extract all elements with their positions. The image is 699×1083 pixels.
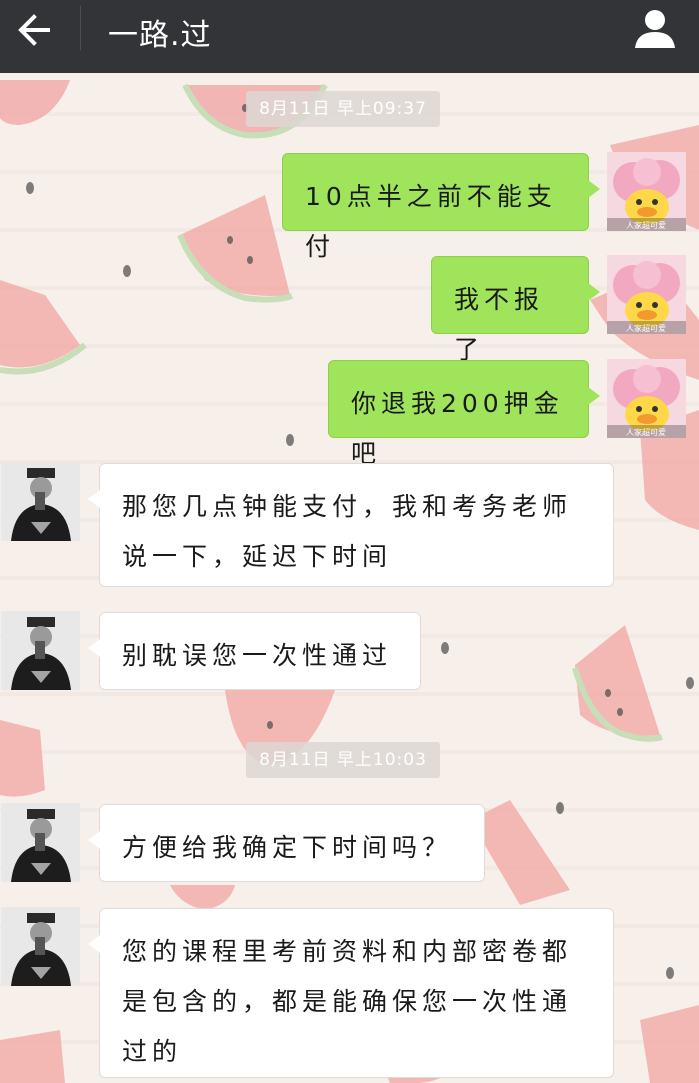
message-text: 方便给我确定下时间吗？: [122, 833, 453, 862]
self-avatar[interactable]: 人家超可爱: [607, 152, 686, 231]
duck-avatar-image: 人家超可爱: [607, 359, 686, 438]
message-bubble[interactable]: 方便给我确定下时间吗？: [88, 804, 485, 882]
avatar-caption: 人家超可爱: [626, 427, 666, 437]
message-bubble[interactable]: 别耽误您一次性通过: [88, 612, 421, 690]
contact-avatar[interactable]: [1, 803, 80, 882]
contact-avatar[interactable]: [1, 462, 80, 541]
message-text: 您的课程里考前资料和内部密卷都: [122, 937, 573, 966]
duck-avatar-image: 人家超可爱: [607, 152, 686, 231]
duck-avatar-image: 人家超可爱: [607, 255, 686, 334]
contact-avatar[interactable]: [1, 907, 80, 986]
chat-info-button[interactable]: [633, 6, 677, 50]
message-text: 说一下，延迟下时间: [122, 542, 393, 571]
avatar-caption: 人家超可爱: [626, 323, 666, 333]
message-text: 那您几点钟能支付，我和考务老师: [122, 492, 573, 521]
man-avatar-image: [1, 462, 80, 541]
avatar-caption: 人家超可爱: [626, 220, 666, 230]
chat-title: 一路.过: [108, 18, 212, 53]
man-avatar-image: [1, 803, 80, 882]
person-icon: [635, 10, 675, 48]
message-text: 是包含的，都是能确保您一次性通: [122, 987, 573, 1016]
message-bubble[interactable]: 我不报了: [431, 256, 600, 364]
message-text: 别耽误您一次性通过: [122, 641, 393, 670]
header-divider: [80, 6, 81, 50]
back-button[interactable]: [14, 10, 54, 50]
message-bubble[interactable]: 10点半之前不能支付: [282, 153, 600, 261]
contact-avatar[interactable]: [1, 611, 80, 690]
message-bubble[interactable]: 那您几点钟能支付，我和考务老师 说一下，延迟下时间: [88, 463, 614, 587]
timestamp: 8月11日 早上10:03: [246, 742, 440, 778]
chat-header: 一路.过: [0, 0, 699, 73]
message-text: 过的: [122, 1037, 183, 1066]
self-avatar[interactable]: 人家超可爱: [607, 255, 686, 334]
message-bubble[interactable]: 您的课程里考前资料和内部密卷都 是包含的，都是能确保您一次性通 过的: [88, 908, 614, 1078]
man-avatar-image: [1, 611, 80, 690]
message-bubble[interactable]: 你退我200押金吧: [328, 360, 600, 468]
timestamp: 8月11日 早上09:37: [246, 91, 440, 127]
self-avatar[interactable]: 人家超可爱: [607, 359, 686, 438]
man-avatar-image: [1, 907, 80, 986]
arrow-left-icon: [18, 14, 50, 46]
